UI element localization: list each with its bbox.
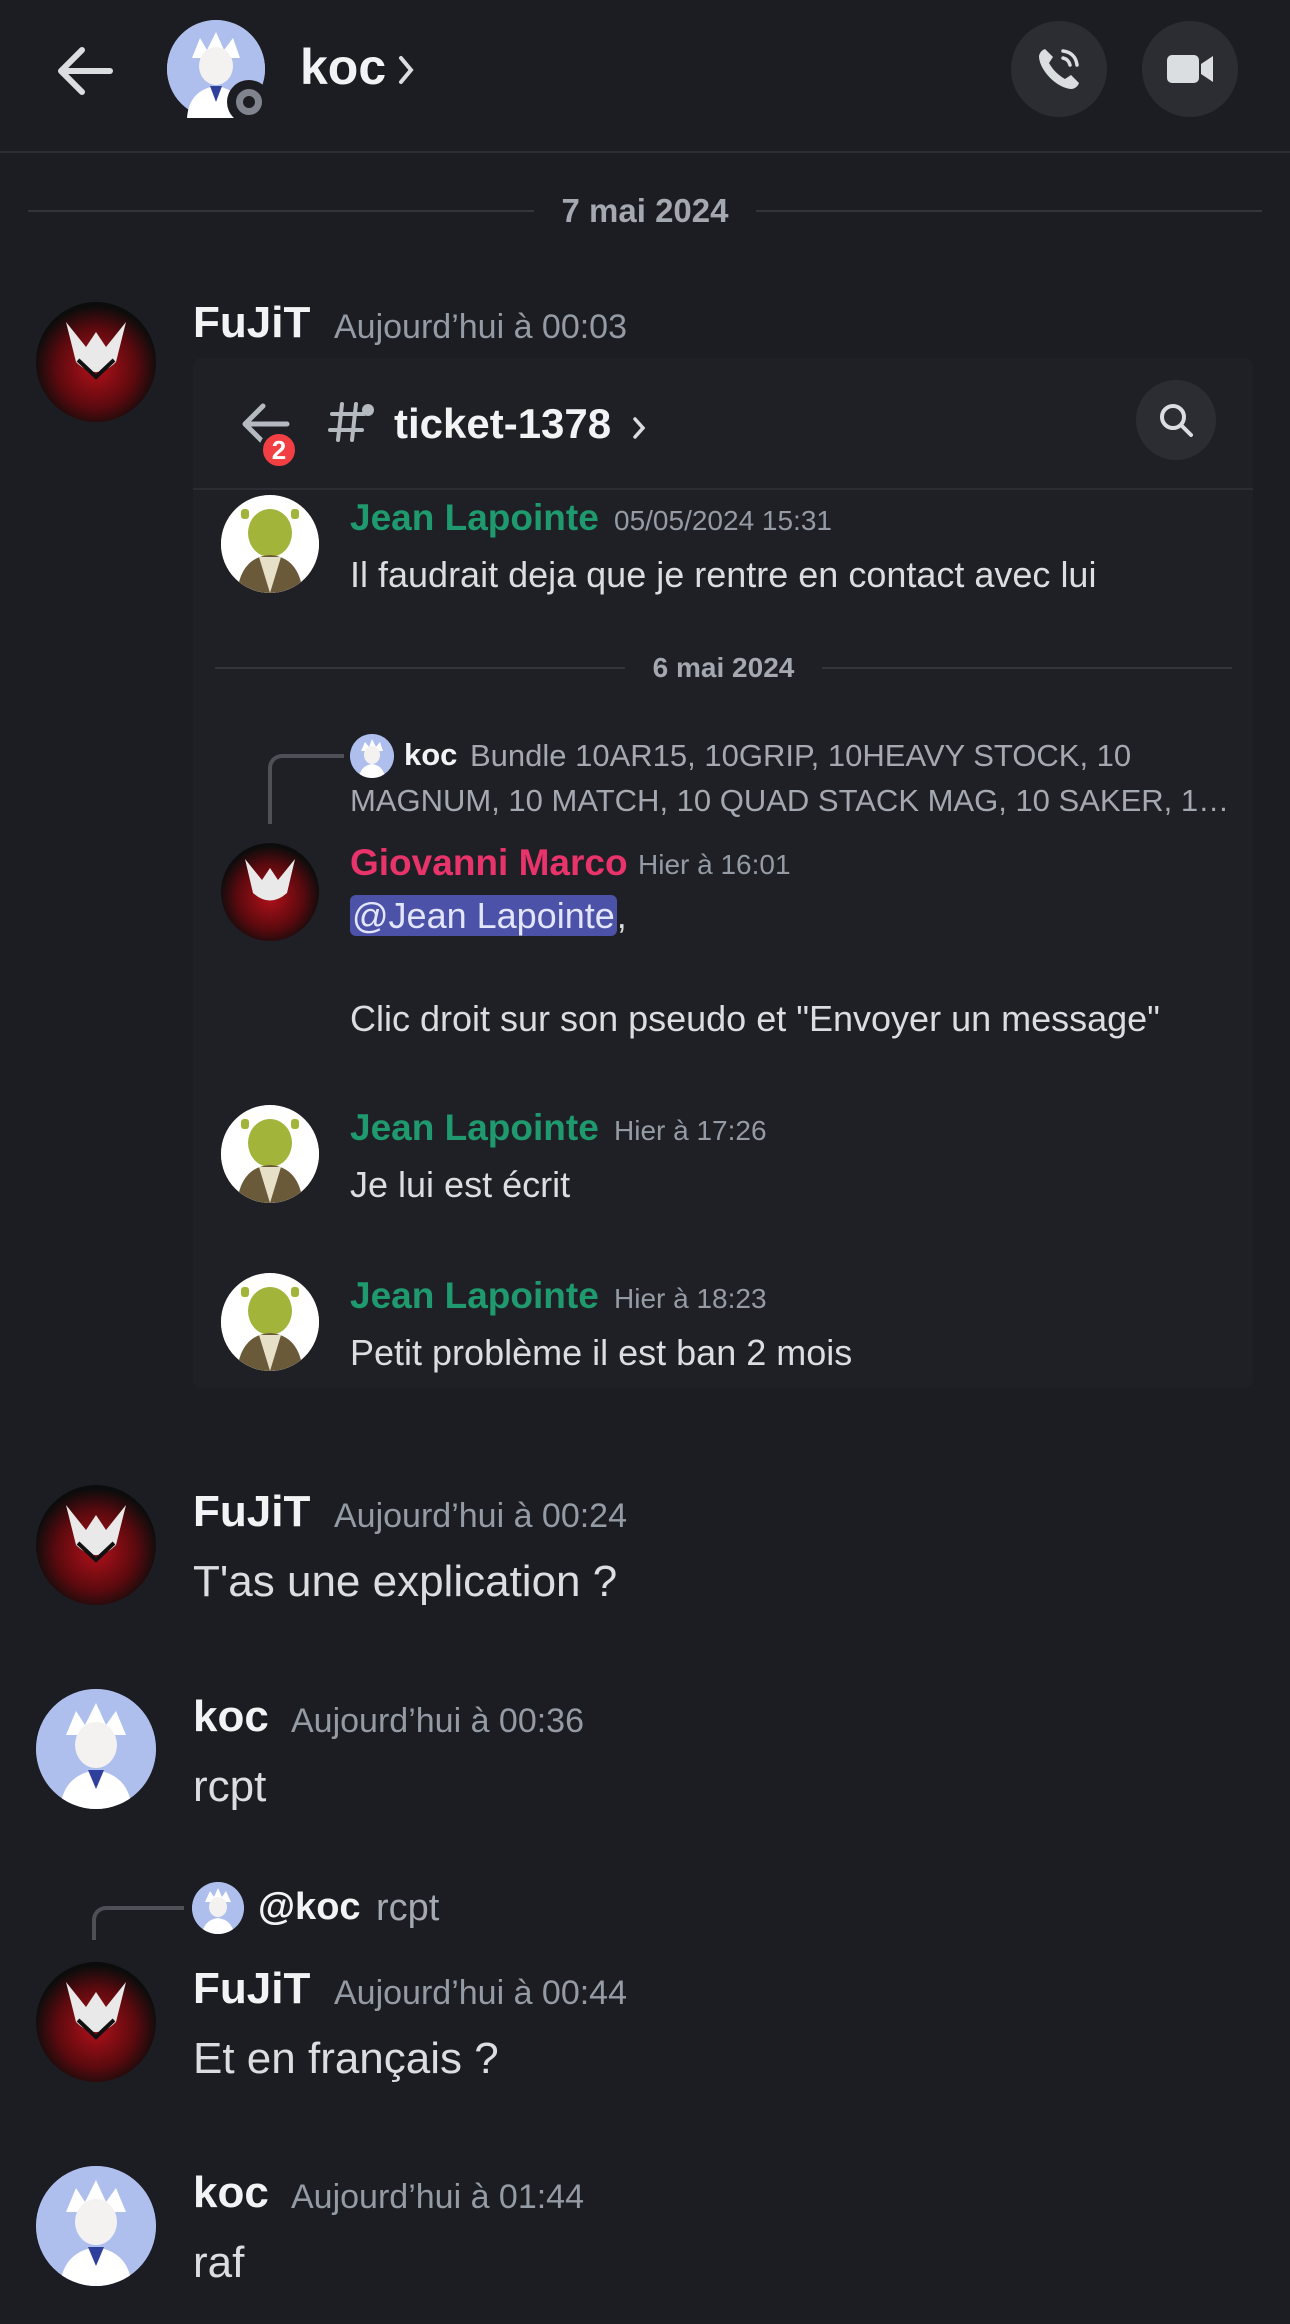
avatar-image (221, 1105, 319, 1203)
header-title[interactable]: koc (300, 38, 386, 96)
reply-avatar (192, 1882, 244, 1934)
message-author: Giovanni Marco (350, 842, 628, 883)
reply-preview-line2: MAGNUM, 10 MATCH, 10 QUAD STACK MAG, 10 … (350, 783, 1230, 818)
header-avatar[interactable] (167, 20, 271, 124)
message-author[interactable]: FuJiT (193, 1964, 310, 2014)
reply-avatar (350, 734, 394, 778)
message-timestamp: Aujourd’hui à 00:24 (334, 1497, 628, 1535)
arrow-left-icon (58, 47, 113, 95)
avatar (221, 843, 319, 941)
avatar (221, 1273, 319, 1371)
reply-preview[interactable]: rcpt (376, 1887, 439, 1930)
video-camera-icon (1167, 55, 1213, 83)
avatar-image (36, 1689, 156, 1809)
video-call-button[interactable] (1142, 21, 1238, 117)
search-icon (1160, 404, 1193, 437)
avatar-image (350, 734, 394, 778)
message-timestamp: Hier à 18:23 (614, 1283, 767, 1314)
avatar[interactable] (36, 302, 156, 422)
chat-header: koc (0, 0, 1290, 153)
message-timestamp: Aujourd’hui à 01:44 (291, 2178, 585, 2216)
message-author[interactable]: FuJiT (193, 298, 310, 348)
message-author: Jean Lapointe (350, 497, 599, 538)
avatar (221, 495, 319, 593)
unread-badge: 2 (259, 430, 299, 470)
message-timestamp: Hier à 16:01 (638, 849, 791, 880)
avatar-image (66, 322, 126, 380)
avatar-image (245, 859, 295, 901)
reply-connector (268, 754, 344, 824)
avatar-image (192, 1882, 244, 1934)
avatar[interactable] (36, 1962, 156, 2082)
avatar-image (66, 1982, 126, 2040)
date-divider: 7 mai 2024 (28, 186, 1262, 236)
message-text: Clic droit sur son pseudo et "Envoyer un… (350, 998, 1160, 1039)
message-author: Jean Lapointe (350, 1107, 599, 1148)
message-timestamp: 05/05/2024 15:31 (614, 505, 832, 536)
back-button[interactable] (52, 38, 118, 104)
message-text: Et en français ? (193, 2034, 499, 2083)
chevron-right-icon (399, 56, 414, 84)
thread-hash-icon (328, 402, 374, 442)
avatar-image (36, 2166, 156, 2286)
message-author[interactable]: FuJiT (193, 1487, 310, 1537)
message-timestamp: Aujourd’hui à 00:36 (291, 1702, 585, 1740)
message-text: Il faudrait deja que je rentre en contac… (350, 554, 1097, 595)
avatar-image (66, 1505, 126, 1563)
message-text: raf (193, 2238, 245, 2287)
message-text: rcpt (193, 1762, 267, 1811)
offline-status-icon (227, 80, 271, 124)
call-button[interactable] (1011, 21, 1107, 117)
avatar (221, 1105, 319, 1203)
avatar-image (221, 495, 319, 593)
reply-preview-line1: Bundle 10AR15, 10GRIP, 10HEAVY STOCK, 10 (470, 738, 1132, 773)
date-divider: 6 mai 2024 (215, 648, 1233, 688)
chevron-right-icon (633, 417, 646, 439)
message-text: T'as une explication ? (193, 1557, 618, 1606)
message-timestamp: Aujourd’hui à 00:44 (334, 1974, 628, 2012)
avatar[interactable] (36, 2166, 156, 2286)
message-timestamp: Aujourd’hui à 00:03 (334, 308, 628, 346)
message-author: Jean Lapointe (350, 1275, 599, 1316)
reply-author: koc (404, 737, 458, 772)
message-mention-line: @Jean Lapointe, (350, 895, 627, 936)
reply-author[interactable]: @koc (258, 1886, 361, 1929)
search-button[interactable] (1136, 380, 1216, 460)
phone-icon (1039, 49, 1079, 89)
embed-channel-header: 2 ticket-1378 (193, 358, 1253, 490)
message-timestamp: Hier à 17:26 (614, 1115, 767, 1146)
reply-connector (92, 1906, 184, 1940)
avatar[interactable] (36, 1689, 156, 1809)
avatar[interactable] (36, 1485, 156, 1605)
message-author[interactable]: koc (193, 2168, 269, 2218)
channel-title: ticket-1378 (394, 400, 612, 447)
user-mention: @Jean Lapointe (350, 895, 617, 936)
avatar-image (221, 1273, 319, 1371)
message-author[interactable]: koc (193, 1692, 269, 1742)
message-text: Petit problème il est ban 2 mois (350, 1332, 853, 1373)
message-text: Je lui est écrit (350, 1164, 571, 1205)
